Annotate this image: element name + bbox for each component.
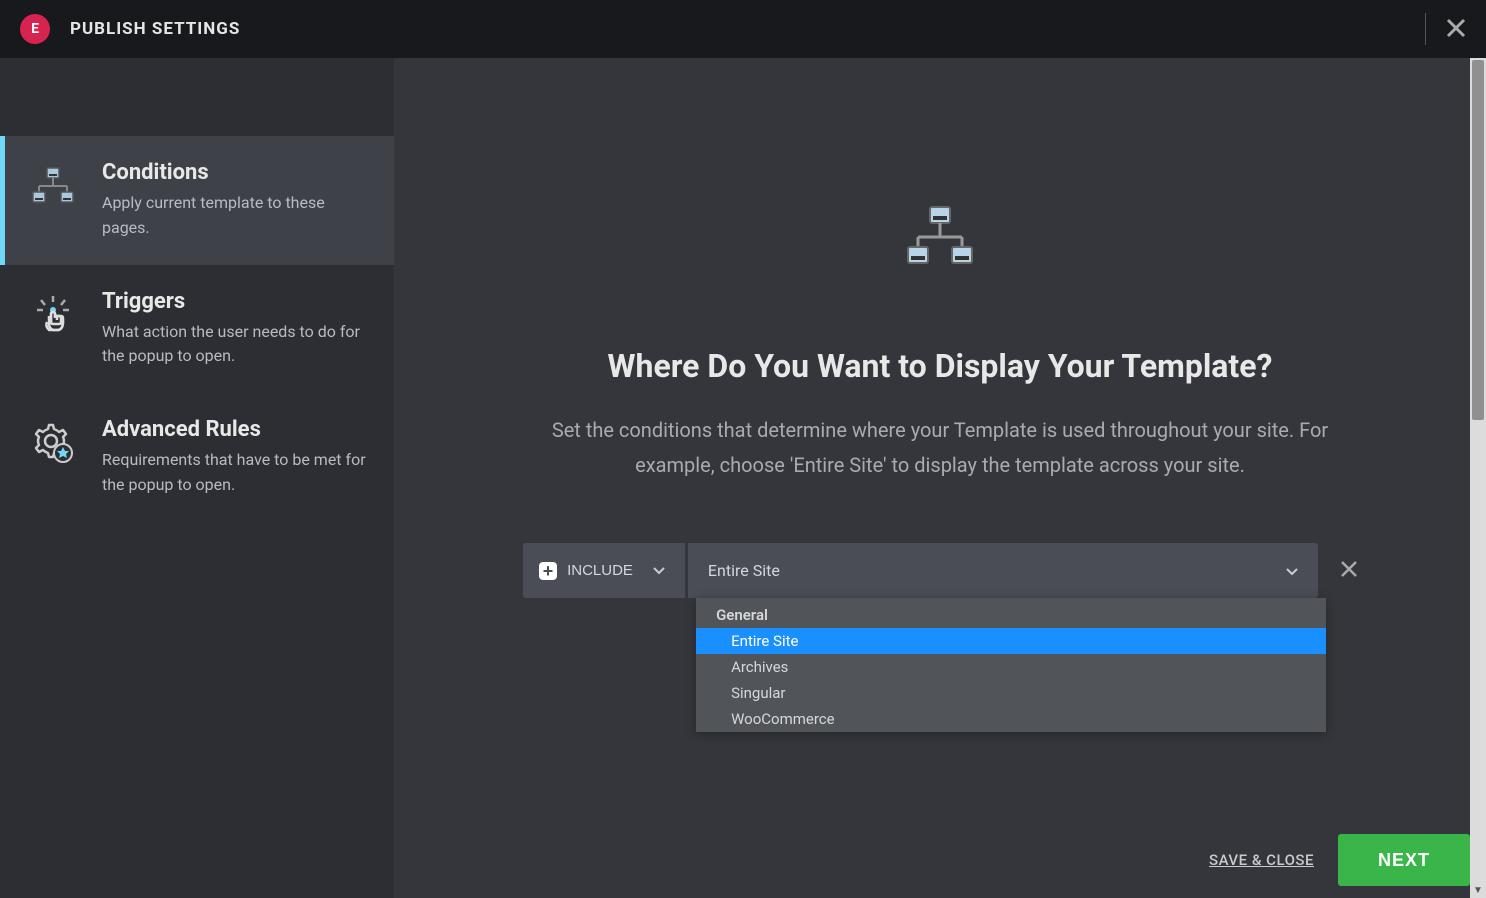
sidebar-item-triggers[interactable]: Triggers What action the user needs to d… (0, 265, 394, 394)
dropdown-option-singular[interactable]: Singular (696, 680, 1326, 706)
plus-icon: + (539, 562, 557, 580)
condition-dropdown: General Entire Site Archives Singular Wo… (696, 598, 1326, 732)
main-content: Where Do You Want to Display Your Templa… (394, 58, 1486, 822)
triggers-icon (28, 291, 78, 341)
remove-condition-button[interactable] (1341, 558, 1357, 583)
chevron-down-icon (1286, 561, 1298, 580)
dropdown-option-entire-site[interactable]: Entire Site (696, 628, 1326, 654)
sidebar-item-advanced-rules[interactable]: Advanced Rules Requirements that have to… (0, 393, 394, 522)
select-value: Entire Site (708, 561, 780, 580)
sitemap-icon (904, 203, 976, 277)
scrollbar-down-icon[interactable]: ▼ (1470, 882, 1486, 898)
close-icon (1446, 18, 1466, 38)
sidebar-title: Conditions (102, 160, 372, 185)
logo-text: E (31, 21, 39, 37)
header-left: E PUBLISH SETTINGS (20, 14, 240, 44)
sidebar-desc: Requirements that have to be met for the… (102, 448, 372, 498)
header-divider (1425, 13, 1426, 45)
sidebar: Conditions Apply current template to the… (0, 58, 394, 898)
body: Conditions Apply current template to the… (0, 58, 1486, 898)
save-close-link[interactable]: SAVE & CLOSE (1209, 851, 1314, 869)
header: E PUBLISH SETTINGS (0, 0, 1486, 58)
sidebar-desc: Apply current template to these pages. (102, 191, 372, 241)
sidebar-item-conditions[interactable]: Conditions Apply current template to the… (0, 136, 394, 265)
header-right (1425, 13, 1466, 45)
close-icon (1341, 561, 1357, 577)
main-title: Where Do You Want to Display Your Templa… (568, 347, 1313, 385)
sidebar-content: Advanced Rules Requirements that have to… (102, 417, 372, 498)
footer: SAVE & CLOSE NEXT (394, 822, 1486, 898)
main-description: Set the conditions that determine where … (500, 413, 1380, 483)
include-label: INCLUDE (567, 562, 633, 579)
sidebar-title: Triggers (102, 289, 372, 314)
sidebar-desc: What action the user needs to do for the… (102, 320, 372, 370)
scrollbar[interactable]: ▲ ▼ (1470, 58, 1486, 898)
dropdown-group-label: General (696, 598, 1326, 628)
condition-row: + INCLUDE Entire Site (523, 543, 1357, 598)
condition-select[interactable]: Entire Site (688, 543, 1318, 598)
sidebar-content: Conditions Apply current template to the… (102, 160, 372, 241)
header-title: PUBLISH SETTINGS (70, 19, 240, 39)
next-button[interactable]: NEXT (1338, 834, 1470, 886)
chevron-down-icon (653, 562, 665, 579)
conditions-icon (28, 162, 78, 212)
sidebar-title: Advanced Rules (102, 417, 372, 442)
close-button[interactable] (1446, 15, 1466, 43)
dropdown-option-archives[interactable]: Archives (696, 654, 1326, 680)
include-button[interactable]: + INCLUDE (523, 543, 685, 598)
main-panel: Where Do You Want to Display Your Templa… (394, 58, 1486, 898)
scrollbar-thumb[interactable] (1472, 60, 1484, 420)
elementor-logo: E (20, 14, 50, 44)
dropdown-option-woocommerce[interactable]: WooCommerce (696, 706, 1326, 732)
advanced-rules-icon (28, 419, 78, 469)
sidebar-content: Triggers What action the user needs to d… (102, 289, 372, 370)
